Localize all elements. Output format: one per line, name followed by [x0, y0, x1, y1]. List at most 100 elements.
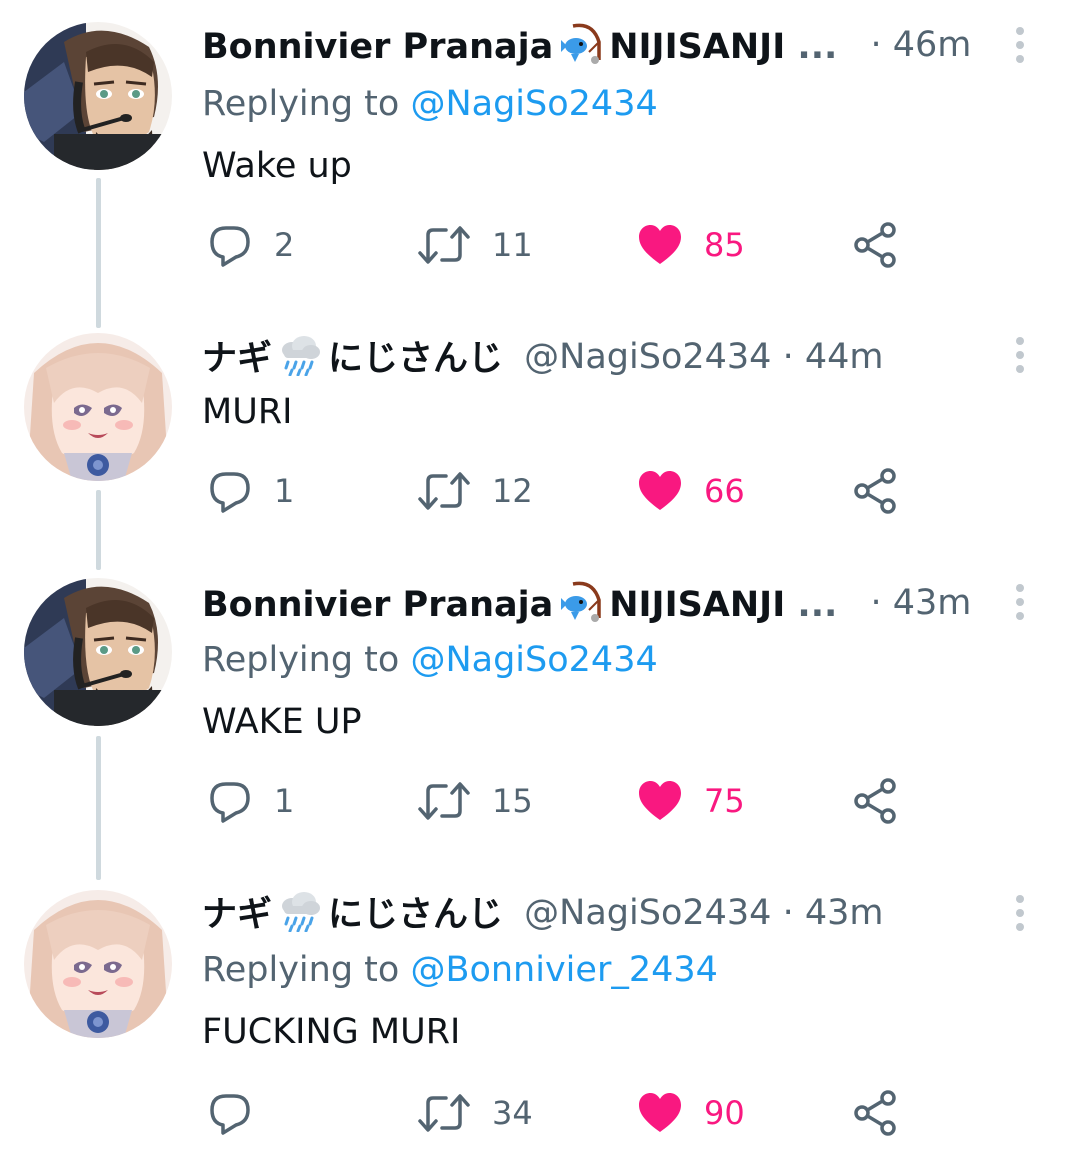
heart-icon	[636, 777, 684, 825]
reply-icon	[206, 777, 254, 825]
like-button[interactable]: 85	[636, 220, 745, 270]
tweet-text: Wake up	[202, 146, 352, 186]
rain-cloud-emoji-icon	[278, 888, 322, 932]
thread-line	[96, 490, 101, 570]
name-truncation: ...	[797, 27, 838, 67]
like-count: 66	[704, 472, 745, 510]
heart-icon	[636, 221, 684, 269]
heart-icon	[636, 1089, 684, 1137]
tweet[interactable]: Bonnivier Pranaja NIJISANJI ... · 46m Rep…	[0, 0, 1070, 330]
tweet-header: Bonnivier Pranaja NIJISANJI ... · 46m	[202, 20, 992, 70]
tweet-text: WAKE UP	[202, 702, 362, 742]
retweet-button[interactable]: 12	[416, 466, 533, 516]
tweet-text: MURI	[202, 392, 293, 432]
tweet[interactable]: Bonnivier Pranaja NIJISANJI ... · 43m Rep…	[0, 570, 1070, 880]
retweet-count: 11	[492, 226, 533, 264]
tweet[interactable]: ナギ にじさんじ @NagiSo2434 · 44m MURI 1 12 66	[0, 330, 1070, 570]
reply-count: 1	[274, 782, 295, 820]
reply-button[interactable]: 1	[206, 776, 294, 826]
more-options-icon[interactable]	[1008, 25, 1032, 65]
retweet-count: 15	[492, 782, 533, 820]
fishing-emoji-icon	[559, 20, 603, 64]
user-handle[interactable]: @NagiSo2434	[524, 888, 771, 938]
replying-to: Replying to @Bonnivier_2434	[202, 950, 718, 990]
bearded-man-with-headset-avatar-image	[24, 578, 172, 726]
share-button[interactable]	[852, 220, 900, 270]
thread-line	[96, 178, 101, 328]
retweet-button[interactable]: 15	[416, 776, 533, 826]
share-icon	[852, 467, 900, 515]
avatar[interactable]	[24, 578, 172, 726]
thread-line	[96, 736, 101, 880]
reply-icon	[206, 467, 254, 515]
share-button[interactable]	[852, 466, 900, 516]
reply-icon	[206, 1089, 254, 1137]
retweet-button[interactable]: 34	[416, 1088, 533, 1138]
tweet-actions: 2 11 85	[202, 220, 922, 270]
timestamp[interactable]: 43m	[805, 893, 884, 933]
fishing-emoji-icon	[559, 578, 603, 622]
separator-dot: ·	[782, 893, 794, 933]
replying-to: Replying to @NagiSo2434	[202, 640, 658, 680]
tweet-actions: 1 15 75	[202, 776, 922, 826]
reply-button[interactable]: 2	[206, 220, 294, 270]
timestamp[interactable]: 46m	[893, 25, 972, 65]
avatar[interactable]	[24, 22, 172, 170]
retweet-count: 12	[492, 472, 533, 510]
more-options-icon[interactable]	[1008, 335, 1032, 375]
like-count: 75	[704, 782, 745, 820]
retweet-icon	[416, 1089, 472, 1137]
tweet[interactable]: ナギ にじさんじ @NagiSo2434 · 43m Replying to @B…	[0, 880, 1070, 1153]
heart-icon	[636, 467, 684, 515]
share-icon	[852, 777, 900, 825]
reply-button[interactable]	[206, 1088, 274, 1138]
display-name[interactable]: Bonnivier Pranaja NIJISANJI ...	[202, 578, 837, 630]
like-count: 90	[704, 1094, 745, 1132]
share-icon	[852, 1089, 900, 1137]
blonde-anime-girl-avatar-image	[24, 890, 172, 1038]
display-name[interactable]: ナギ にじさんじ	[202, 888, 503, 940]
reply-button[interactable]: 1	[206, 466, 294, 516]
separator-dot: ·	[870, 25, 882, 65]
retweet-button[interactable]: 11	[416, 220, 533, 270]
timestamp[interactable]: 43m	[893, 583, 972, 623]
tweet-header: ナギ にじさんじ @NagiSo2434 · 43m	[202, 888, 992, 938]
mention-link[interactable]: @NagiSo2434	[410, 84, 657, 124]
more-options-icon[interactable]	[1008, 582, 1032, 622]
avatar[interactable]	[24, 890, 172, 1038]
avatar[interactable]	[24, 333, 172, 481]
like-button[interactable]: 75	[636, 776, 745, 826]
display-name[interactable]: Bonnivier Pranaja NIJISANJI ...	[202, 20, 837, 72]
retweet-icon	[416, 467, 472, 515]
tweet-text: FUCKING MURI	[202, 1012, 461, 1052]
display-name[interactable]: ナギ にじさんじ	[202, 332, 503, 384]
tweet-actions: 1 12 66	[202, 466, 922, 516]
retweet-icon	[416, 221, 472, 269]
bearded-man-with-headset-avatar-image	[24, 22, 172, 170]
tweet-actions: 34 90	[202, 1088, 922, 1138]
rain-cloud-emoji-icon	[278, 332, 322, 376]
reply-icon	[206, 221, 254, 269]
share-icon	[852, 221, 900, 269]
like-count: 85	[704, 226, 745, 264]
tweet-header: Bonnivier Pranaja NIJISANJI ... · 43m	[202, 578, 992, 628]
replying-to: Replying to @NagiSo2434	[202, 84, 658, 124]
name-truncation: ...	[797, 585, 838, 625]
separator-dot: ·	[782, 337, 794, 377]
reply-count: 2	[274, 226, 295, 264]
retweet-count: 34	[492, 1094, 533, 1132]
reply-count: 1	[274, 472, 295, 510]
tweet-header: ナギ にじさんじ @NagiSo2434 · 44m	[202, 332, 992, 382]
like-button[interactable]: 66	[636, 466, 745, 516]
retweet-icon	[416, 777, 472, 825]
separator-dot: ·	[870, 583, 882, 623]
user-handle[interactable]: @NagiSo2434	[524, 332, 771, 382]
like-button[interactable]: 90	[636, 1088, 745, 1138]
timestamp[interactable]: 44m	[805, 337, 884, 377]
mention-link[interactable]: @NagiSo2434	[410, 640, 657, 680]
share-button[interactable]	[852, 1088, 900, 1138]
share-button[interactable]	[852, 776, 900, 826]
more-options-icon[interactable]	[1008, 893, 1032, 933]
mention-link[interactable]: @Bonnivier_2434	[410, 950, 717, 990]
blonde-anime-girl-avatar-image	[24, 333, 172, 481]
